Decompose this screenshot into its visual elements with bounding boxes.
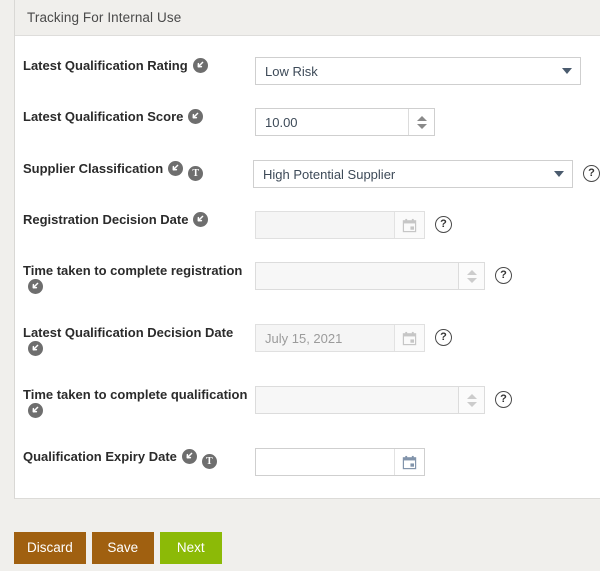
help-icon[interactable]: ? bbox=[435, 216, 452, 233]
time-taken-to-complete-registration-stepper[interactable] bbox=[458, 263, 484, 289]
latest-qualification-rating-label-icons bbox=[188, 58, 208, 73]
form-row-supplier-classification: Supplier Classification T High Potential S… bbox=[15, 160, 600, 188]
inherited-value-icon[interactable] bbox=[28, 403, 43, 418]
time-taken-to-complete-registration-label-cell: Time taken to complete registration bbox=[15, 262, 251, 294]
help-icon[interactable]: ? bbox=[495, 391, 512, 408]
qualification-expiry-date-label: Qualification Expiry Date bbox=[23, 449, 177, 464]
help-icon[interactable]: ? bbox=[495, 267, 512, 284]
discard-button[interactable]: Discard bbox=[14, 532, 86, 564]
qualification-expiry-date-label-cell: Qualification Expiry Date T bbox=[15, 448, 251, 469]
latest-qualification-score-control: 10.00 bbox=[255, 108, 435, 136]
chevron-down-icon[interactable] bbox=[562, 68, 572, 74]
time-taken-to-complete-qualification-spinner[interactable] bbox=[255, 386, 485, 414]
form-row-time-taken-to-complete-registration: Time taken to complete registration? bbox=[15, 262, 600, 294]
latest-qualification-score-stepper[interactable] bbox=[408, 109, 434, 135]
latest-qualification-decision-date-label: Latest Qualification Decision Date bbox=[23, 325, 234, 340]
latest-qualification-rating-select[interactable]: Low Risk bbox=[255, 57, 581, 85]
latest-qualification-decision-date-label-icons bbox=[23, 341, 43, 356]
supplier-classification-label: Supplier Classification bbox=[23, 161, 164, 176]
form-row-registration-decision-date: Registration Decision Date? bbox=[15, 211, 600, 239]
stepper-down-icon[interactable] bbox=[416, 123, 427, 129]
qualification-expiry-date-input[interactable] bbox=[256, 449, 394, 475]
latest-qualification-decision-date-control: July 15, 2021? bbox=[255, 324, 452, 352]
help-icon[interactable]: ? bbox=[435, 329, 452, 346]
form-row-qualification-expiry-date: Qualification Expiry Date T bbox=[15, 448, 600, 476]
supplier-classification-value: High Potential Supplier bbox=[263, 166, 396, 182]
qualification-expiry-date-label-icons: T bbox=[177, 449, 217, 469]
time-taken-to-complete-qualification-label-cell: Time taken to complete qualification bbox=[15, 386, 251, 418]
next-button[interactable]: Next bbox=[159, 532, 222, 564]
stepper-up-icon[interactable] bbox=[466, 269, 477, 275]
calendar-icon[interactable] bbox=[394, 212, 424, 238]
stepper-up-icon[interactable] bbox=[466, 393, 477, 399]
time-taken-to-complete-registration-label-icons bbox=[23, 279, 43, 294]
latest-qualification-score-label: Latest Qualification Score bbox=[23, 109, 184, 124]
latest-qualification-rating-label: Latest Qualification Rating bbox=[23, 58, 188, 73]
form-row-latest-qualification-decision-date: Latest Qualification Decision Date July 1… bbox=[15, 324, 600, 356]
time-taken-to-complete-registration-control: ? bbox=[255, 262, 512, 290]
form-row-latest-qualification-rating: Latest Qualification Rating Low Risk bbox=[15, 57, 600, 85]
registration-decision-date-label-cell: Registration Decision Date bbox=[15, 211, 251, 228]
supplier-classification-select[interactable]: High Potential Supplier bbox=[253, 160, 573, 188]
latest-qualification-score-spinner[interactable]: 10.00 bbox=[255, 108, 435, 136]
form-actions: Discard Save Next bbox=[14, 532, 222, 564]
latest-qualification-score-label-cell: Latest Qualification Score bbox=[15, 108, 251, 125]
form-body: Latest Qualification Rating Low Risk Lates… bbox=[15, 36, 600, 498]
inherited-value-icon[interactable] bbox=[28, 341, 43, 356]
qualification-expiry-date-control bbox=[255, 448, 425, 476]
inherited-value-icon[interactable] bbox=[168, 161, 184, 176]
inherited-value-icon[interactable] bbox=[188, 109, 204, 124]
help-icon[interactable]: ? bbox=[583, 165, 600, 182]
latest-qualification-decision-date-datefield[interactable]: July 15, 2021 bbox=[255, 324, 425, 352]
calendar-icon[interactable] bbox=[394, 325, 424, 351]
time-taken-to-complete-qualification-stepper[interactable] bbox=[458, 387, 484, 413]
latest-qualification-rating-control: Low Risk bbox=[255, 57, 581, 85]
latest-qualification-rating-value: Low Risk bbox=[265, 63, 318, 79]
inherited-value-icon[interactable] bbox=[28, 279, 43, 294]
panel-header: Tracking For Internal Use bbox=[15, 0, 600, 36]
page-title: Tracking For Internal Use bbox=[27, 10, 182, 25]
latest-qualification-score-input[interactable]: 10.00 bbox=[256, 109, 408, 135]
time-taken-to-complete-qualification-label-icons bbox=[23, 403, 43, 418]
registration-decision-date-input[interactable] bbox=[256, 212, 394, 238]
stepper-down-icon[interactable] bbox=[466, 401, 477, 407]
translation-icon[interactable]: T bbox=[201, 454, 217, 469]
stepper-up-icon[interactable] bbox=[416, 115, 427, 121]
registration-decision-date-datefield[interactable] bbox=[255, 211, 425, 239]
inherited-value-icon[interactable] bbox=[181, 449, 197, 464]
qualification-expiry-date-datefield[interactable] bbox=[255, 448, 425, 476]
inherited-value-icon[interactable] bbox=[192, 58, 208, 73]
chevron-down-icon[interactable] bbox=[554, 171, 564, 177]
time-taken-to-complete-registration-input[interactable] bbox=[256, 263, 458, 289]
latest-qualification-score-label-icons bbox=[183, 109, 204, 124]
time-taken-to-complete-registration-label: Time taken to complete registration bbox=[23, 263, 243, 278]
registration-decision-date-control: ? bbox=[255, 211, 452, 239]
time-taken-to-complete-qualification-label: Time taken to complete qualification bbox=[23, 387, 248, 402]
supplier-classification-control: High Potential Supplier? bbox=[253, 160, 600, 188]
supplier-classification-label-cell: Supplier Classification T bbox=[15, 160, 249, 181]
calendar-icon[interactable] bbox=[394, 449, 424, 475]
form-row-latest-qualification-score: Latest Qualification Score 10.00 bbox=[15, 108, 600, 136]
form-row-time-taken-to-complete-qualification: Time taken to complete qualification? bbox=[15, 386, 600, 418]
inherited-value-icon[interactable] bbox=[193, 212, 209, 227]
translation-icon[interactable]: T bbox=[188, 166, 204, 181]
supplier-classification-label-icons: T bbox=[163, 161, 204, 181]
latest-qualification-rating-label-cell: Latest Qualification Rating bbox=[15, 57, 251, 74]
registration-decision-date-label-icons bbox=[188, 212, 209, 227]
time-taken-to-complete-qualification-control: ? bbox=[255, 386, 512, 414]
save-button[interactable]: Save bbox=[91, 532, 154, 564]
latest-qualification-decision-date-label-cell: Latest Qualification Decision Date bbox=[15, 324, 251, 356]
time-taken-to-complete-qualification-input[interactable] bbox=[256, 387, 458, 413]
tracking-panel: Tracking For Internal Use Latest Qualifi… bbox=[14, 0, 600, 499]
stepper-down-icon[interactable] bbox=[466, 277, 477, 283]
latest-qualification-decision-date-input[interactable]: July 15, 2021 bbox=[256, 325, 394, 351]
registration-decision-date-label: Registration Decision Date bbox=[23, 212, 189, 227]
time-taken-to-complete-registration-spinner[interactable] bbox=[255, 262, 485, 290]
